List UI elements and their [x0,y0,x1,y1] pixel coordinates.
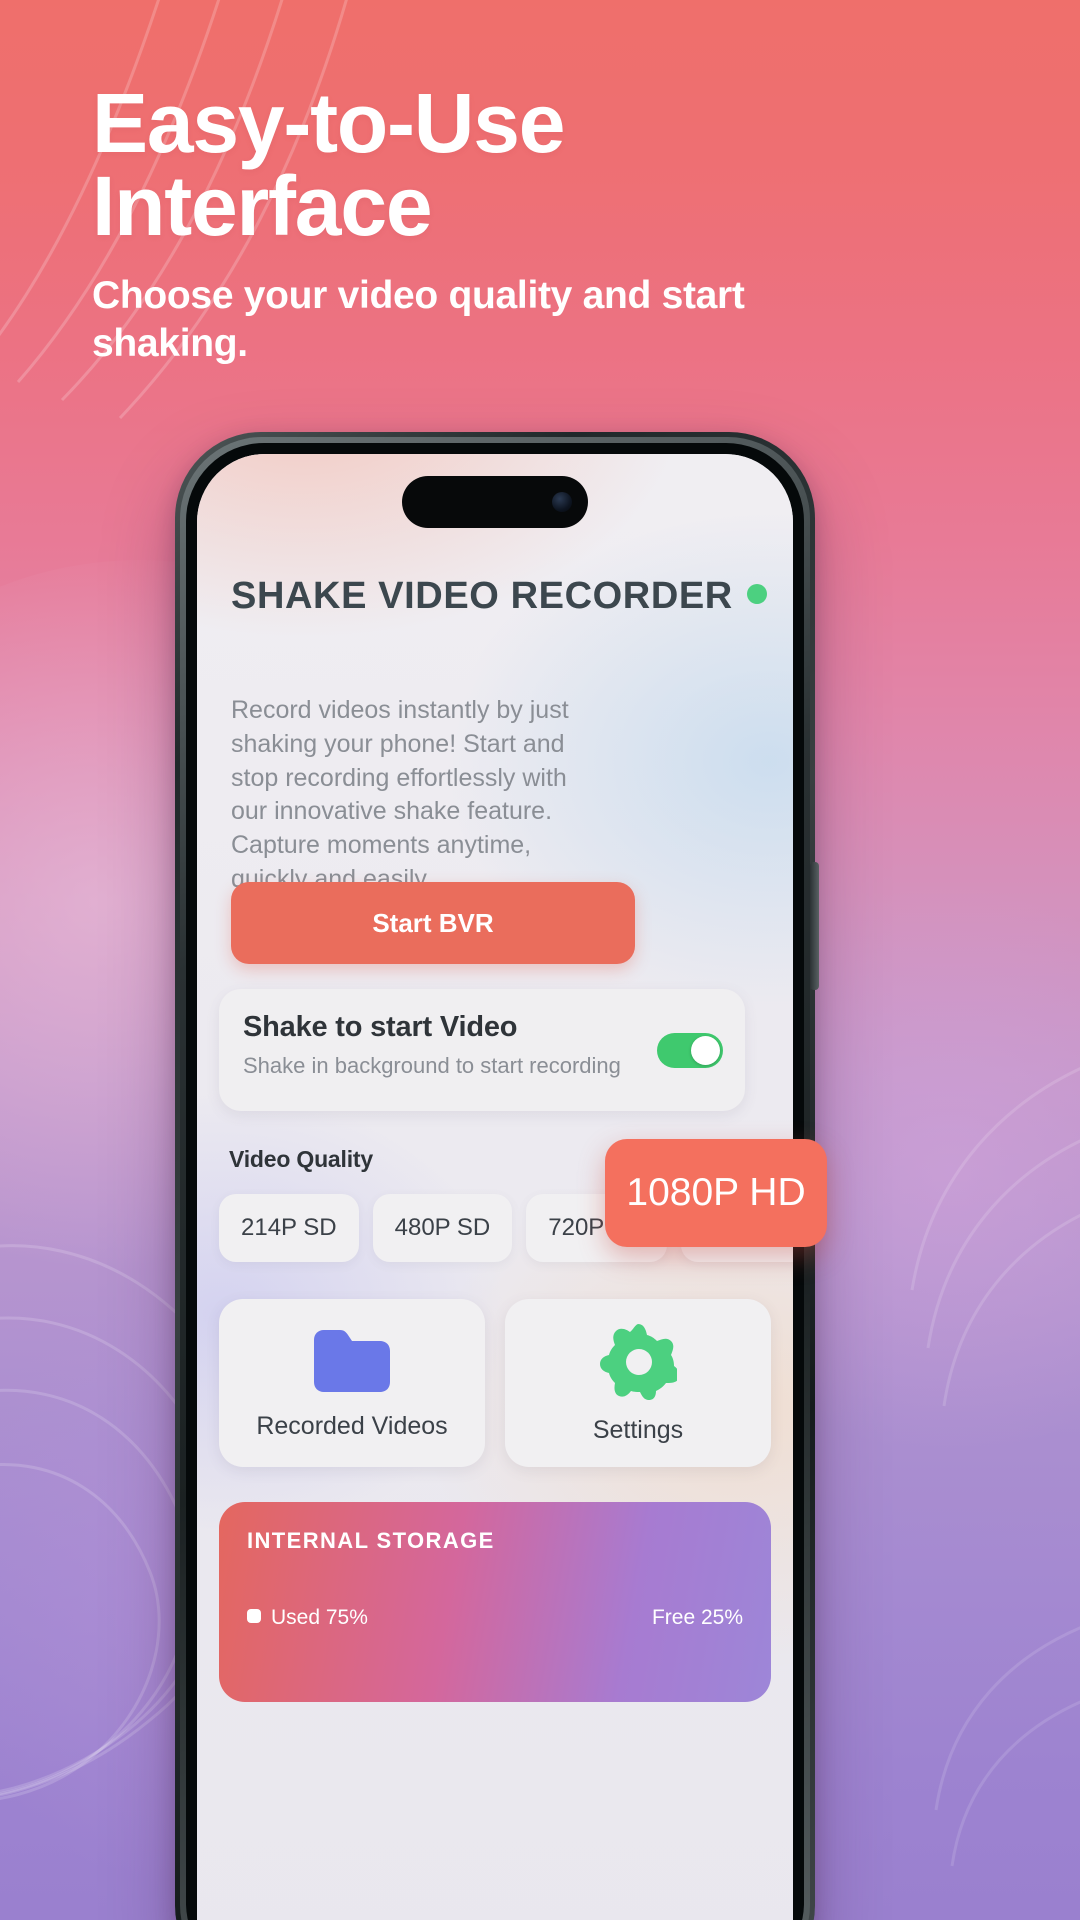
storage-free-label: Free 25% [651,1606,743,1629]
dynamic-island [402,476,588,528]
shake-to-start-card[interactable]: Shake to start Video Shake in background… [219,989,745,1111]
promo-headline-line1: Easy-to-Use [92,76,566,170]
video-quality-label: Video Quality [229,1146,373,1172]
internal-storage-legend: Used 75% Free 25% [247,1606,743,1630]
start-bvr-button[interactable]: Start BVR [231,882,635,964]
phone-power-button[interactable] [810,862,819,990]
shake-card-subtitle: Shake in background to start recording [243,1053,621,1078]
promo-subheadline: Choose your video quality and start shak… [92,274,745,365]
storage-used-label: Used 75% [271,1606,368,1629]
gear-icon [600,1323,677,1400]
status-dot-icon [746,584,767,604]
app-description: Record videos instantly by just shaking … [231,696,569,893]
recorded-videos-tile[interactable]: Recorded Videos [219,1299,485,1467]
recorded-videos-label: Recorded Videos [256,1411,448,1440]
front-camera-icon [552,492,572,512]
selected-quality-callout[interactable]: 1080P HD [605,1139,827,1247]
quality-chip-480p[interactable]: 480P SD [372,1194,513,1262]
app-title-text: SHAKE VIDEO RECORDER [231,575,733,617]
storage-free: Free 25% [652,1606,743,1630]
storage-used: Used 75% [247,1606,368,1630]
settings-label: Settings [592,1415,684,1444]
quality-chip-214p[interactable]: 214P SD [219,1194,359,1262]
folder-icon [314,1329,390,1392]
shake-card-title: Shake to start Video [243,1011,518,1043]
promo-headline: Easy-to-Use Interface [92,81,772,254]
promo-headline-line2: Interface [92,159,433,254]
promo-text-block: Easy-to-Use Interface Choose your video … [92,81,772,367]
internal-storage-title: INTERNAL STORAGE [247,1528,495,1553]
internal-storage-card[interactable]: INTERNAL STORAGE Used 75% Free 25% [219,1502,771,1702]
action-tiles: Recorded Videos Settings [219,1299,771,1467]
used-marker-icon [247,1609,261,1623]
app-title: SHAKE VIDEO RECORDER [231,575,767,618]
